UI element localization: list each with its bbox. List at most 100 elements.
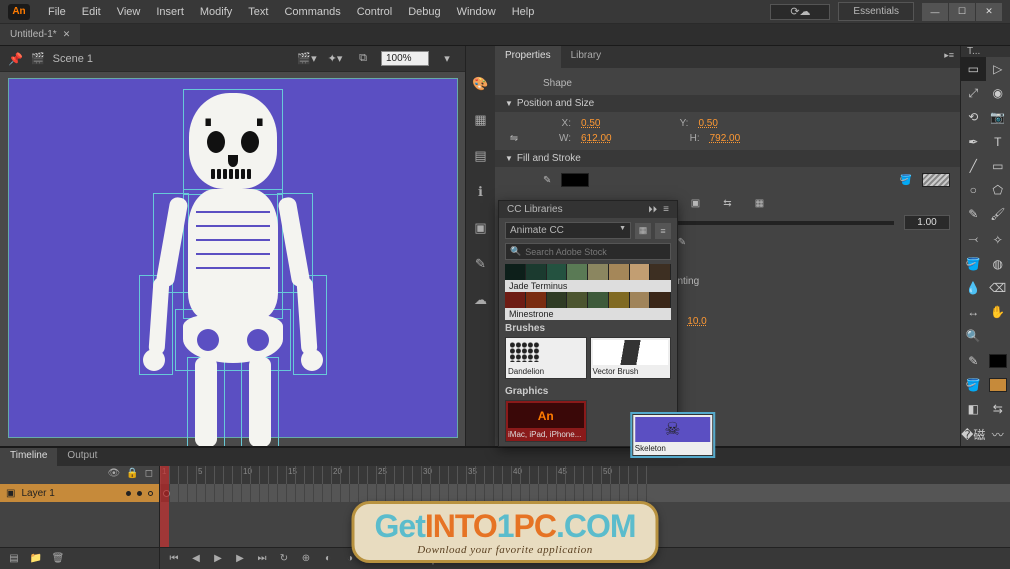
frame-cell[interactable] xyxy=(565,484,574,502)
frame-cell[interactable] xyxy=(430,484,439,502)
frame-cell[interactable] xyxy=(502,484,511,502)
stroke-color-icon[interactable]: ✎ xyxy=(543,175,551,186)
menu-file[interactable]: File xyxy=(40,2,74,22)
loop-icon[interactable]: ↻ xyxy=(276,551,292,567)
menu-modify[interactable]: Modify xyxy=(192,2,240,22)
pin-icon[interactable]: 📌 xyxy=(8,52,23,66)
section-position-size[interactable]: Position and Size xyxy=(495,95,960,112)
frame-cell[interactable] xyxy=(358,484,367,502)
outline-column-icon[interactable]: ◻ xyxy=(145,468,153,482)
sync-settings-icon[interactable]: ⟳☁ xyxy=(770,4,830,20)
bone-tool[interactable]: ⤙ xyxy=(961,228,986,252)
bind-tool[interactable]: ✧ xyxy=(986,228,1010,252)
width-tool[interactable]: ↔ xyxy=(961,300,986,324)
onion-skin-icon[interactable]: ◐ xyxy=(320,551,336,567)
panel-menu-icon[interactable]: ≡ xyxy=(663,204,669,215)
frame-cell[interactable] xyxy=(187,484,196,502)
frame-cell[interactable] xyxy=(574,484,583,502)
cc-libraries-panel[interactable]: CC Libraries ⏵⏵ ≡ Animate CC ▦ ≡ 🔍 Searc… xyxy=(498,200,678,447)
subselection-tool[interactable]: ▷ xyxy=(986,57,1010,81)
close-button[interactable]: ✕ xyxy=(976,3,1002,21)
frame-cell[interactable] xyxy=(511,484,520,502)
pen-tool[interactable]: ✒ xyxy=(961,130,986,154)
pencil-tool[interactable]: ✎ xyxy=(961,202,986,226)
swap-colors-icon[interactable]: ⇆ xyxy=(719,195,737,211)
collapse-icon[interactable]: ⏵⏵ xyxy=(648,204,657,215)
frame-cell[interactable] xyxy=(403,484,412,502)
frame-cell[interactable] xyxy=(520,484,529,502)
play-icon[interactable]: ▶ xyxy=(210,551,226,567)
last-frame-icon[interactable]: ⏭ xyxy=(254,551,270,567)
frame-cell[interactable] xyxy=(349,484,358,502)
frame-cell[interactable] xyxy=(304,484,313,502)
color-swatch[interactable] xyxy=(505,292,526,308)
selection-tool[interactable]: ▭ xyxy=(961,57,986,81)
frame-cell[interactable] xyxy=(439,484,448,502)
frame-cell[interactable] xyxy=(295,484,304,502)
free-transform-tool[interactable]: ⤢ xyxy=(961,81,986,105)
camera-tool[interactable]: 📷 xyxy=(986,105,1010,129)
tab-timeline[interactable]: Timeline xyxy=(0,448,57,466)
frame-cell[interactable] xyxy=(628,484,637,502)
frame-cell[interactable] xyxy=(331,484,340,502)
frame-cell[interactable] xyxy=(529,484,538,502)
link-wh-icon[interactable]: ⇋ xyxy=(505,133,523,144)
frame-cell[interactable] xyxy=(457,484,466,502)
frame-cell[interactable] xyxy=(610,484,619,502)
brush-tile-vector[interactable]: Vector Brush xyxy=(590,337,672,379)
eraser-tool[interactable]: ⌫ xyxy=(986,276,1010,300)
frame-cell[interactable] xyxy=(448,484,457,502)
cc-libraries-header[interactable]: CC Libraries ⏵⏵ ≡ xyxy=(499,201,677,218)
bucket-tool[interactable]: 🪣 xyxy=(961,252,986,276)
color-swatch[interactable] xyxy=(650,292,671,308)
library-search[interactable]: 🔍 Search Adobe Stock xyxy=(505,243,671,260)
frame-cell[interactable] xyxy=(169,484,178,502)
frame-cell[interactable] xyxy=(619,484,628,502)
visibility-column-icon[interactable]: 👁 xyxy=(108,468,121,482)
frame-cell[interactable] xyxy=(583,484,592,502)
color-swatch[interactable] xyxy=(650,264,671,280)
color-swatch[interactable] xyxy=(609,292,630,308)
stroke-color[interactable]: ✎ xyxy=(961,349,986,373)
frame-cell[interactable] xyxy=(340,484,349,502)
color-swatch[interactable] xyxy=(526,264,547,280)
info-panel-icon[interactable]: ℹ xyxy=(471,182,491,202)
menu-commands[interactable]: Commands xyxy=(276,2,348,22)
frame-cell[interactable] xyxy=(493,484,502,502)
frame-cell[interactable] xyxy=(556,484,565,502)
fill-color-swatch[interactable] xyxy=(986,373,1010,397)
swatches-panel-icon[interactable]: ▦ xyxy=(471,110,491,130)
ink-bottle-tool[interactable]: ◍ xyxy=(986,252,1010,276)
menu-help[interactable]: Help xyxy=(504,2,543,22)
delete-layer-icon[interactable]: 🗑 xyxy=(50,551,66,567)
next-frame-icon[interactable]: ▶ xyxy=(232,551,248,567)
frame-cell[interactable] xyxy=(646,484,655,502)
frame-cell[interactable] xyxy=(241,484,250,502)
object-drawing-icon[interactable]: ▣ xyxy=(687,195,705,211)
swatch-row-0[interactable] xyxy=(505,264,671,280)
brush-tool[interactable]: 🖌 xyxy=(986,202,1010,226)
fit-icon[interactable]: ⧉ xyxy=(353,50,373,68)
frame-cell[interactable] xyxy=(214,484,223,502)
frame-cell[interactable] xyxy=(286,484,295,502)
cc-icon[interactable]: ☁ xyxy=(471,290,491,310)
layer-row[interactable]: ▣ Layer 1 xyxy=(0,484,159,502)
frame-cell[interactable] xyxy=(484,484,493,502)
tab-output[interactable]: Output xyxy=(57,448,107,466)
close-tab-icon[interactable]: ✕ xyxy=(63,29,71,40)
frame-cell[interactable] xyxy=(259,484,268,502)
menu-window[interactable]: Window xyxy=(449,2,504,22)
fill-color[interactable]: 🪣 xyxy=(961,373,986,397)
frame-cell[interactable] xyxy=(637,484,646,502)
color-swatch[interactable] xyxy=(567,292,588,308)
menu-text[interactable]: Text xyxy=(240,2,276,22)
new-layer-icon[interactable]: ▤ xyxy=(6,551,22,567)
align-panel-icon[interactable]: ▤ xyxy=(471,146,491,166)
frame-cell[interactable] xyxy=(385,484,394,502)
frame-cell[interactable] xyxy=(538,484,547,502)
frame-cell[interactable] xyxy=(601,484,610,502)
3d-rotation-tool[interactable]: ⟲ xyxy=(961,105,986,129)
oval-tool[interactable]: ○ xyxy=(961,178,986,202)
center-frame-icon[interactable]: ⊕ xyxy=(298,551,314,567)
color-swatch[interactable] xyxy=(547,264,568,280)
